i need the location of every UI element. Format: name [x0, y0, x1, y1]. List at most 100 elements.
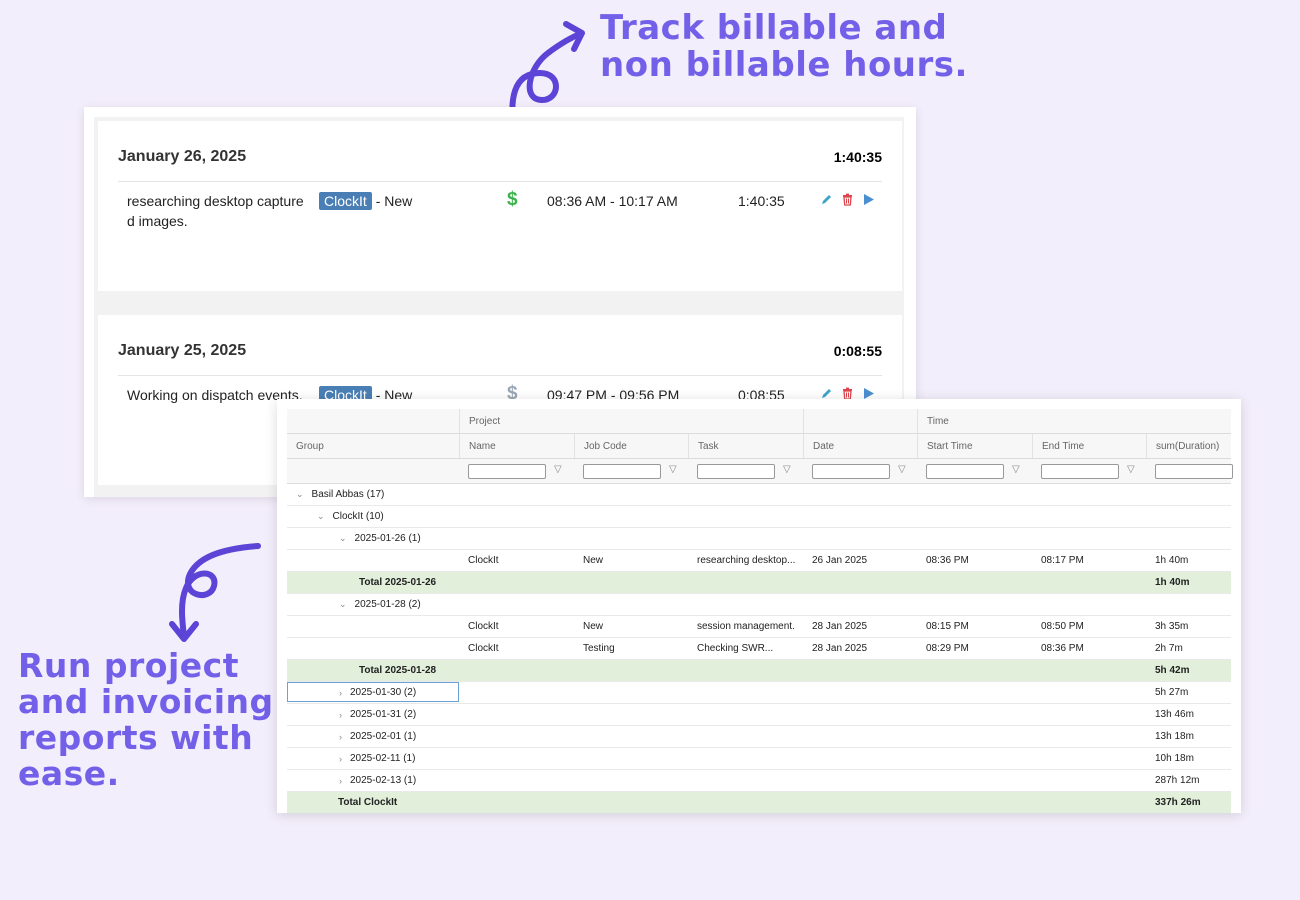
chevron-right-icon[interactable]: › — [339, 710, 342, 720]
chevron-right-icon[interactable]: › — [339, 754, 342, 764]
column-group-header: Project Time — [287, 409, 1231, 434]
filter-input[interactable] — [1041, 464, 1119, 479]
filter-icon[interactable]: ▽ — [783, 464, 791, 475]
chevron-down-icon[interactable]: ⌄ — [339, 599, 347, 610]
group-label: 2025-02-01 (1) — [350, 731, 417, 742]
filter-input[interactable] — [697, 464, 775, 479]
chevron-right-icon[interactable]: › — [339, 732, 342, 742]
filter-icon[interactable]: ▽ — [669, 464, 677, 475]
group-cell[interactable]: › 2025-02-11 (1) — [287, 748, 415, 769]
total-row: Total ClockIt 337h 26m — [287, 792, 1231, 813]
group-row[interactable]: ⌄ Basil Abbas (17) — [287, 484, 1231, 506]
group-label: 2025-01-28 (2) — [354, 599, 421, 610]
group-label: ClockIt (10) — [332, 511, 384, 522]
report-grid-card: Project Time Group Name Job Code Task Date St… — [277, 399, 1241, 813]
grid-body: ⌄ Basil Abbas (17) ⌄ ClockIt (10) ⌄ 2025-01-2… — [287, 484, 1231, 813]
total-row: Total 2025-01-28 5h 42m — [287, 660, 1231, 682]
time-entry: researching desktop captured images. Cloc… — [98, 189, 902, 251]
pencil-icon[interactable] — [820, 193, 833, 206]
trash-icon[interactable] — [841, 193, 854, 206]
chevron-down-icon[interactable]: ⌄ — [339, 533, 347, 544]
filter-icon[interactable]: ▽ — [554, 464, 562, 475]
duration-cell: 287h 12m — [1155, 775, 1200, 786]
column-header-row: Group Name Job Code Task Date Start Time End T… — [287, 434, 1231, 459]
column-header-sum-duration[interactable]: sum(Duration) — [1146, 434, 1231, 458]
date-cell: 26 Jan 2025 — [812, 555, 868, 566]
day-group: January 26, 2025 1:40:35 researching deskt… — [98, 121, 902, 291]
duration-cell: 2h 7m — [1155, 643, 1183, 654]
day-total: 1:40:35 — [833, 149, 882, 165]
group-label: 2025-01-31 (2) — [350, 709, 417, 720]
divider — [118, 181, 882, 182]
group-cell[interactable]: ⌄ ClockIt (10) — [287, 506, 384, 527]
group-cell[interactable]: › 2025-02-01 (1) — [287, 726, 416, 747]
job-code-cell: Testing — [583, 643, 615, 654]
group-row[interactable]: ⌄ 2025-01-26 (1) — [287, 528, 1231, 550]
total-label: Total 2025-01-26 — [359, 577, 437, 588]
play-icon[interactable] — [862, 193, 875, 206]
group-row[interactable]: › 2025-01-30 (2) 5h 27m — [287, 682, 1231, 704]
column-header-start-time[interactable]: Start Time — [917, 434, 1032, 458]
filter-input[interactable] — [926, 464, 1004, 479]
duration-cell: 5h 42m — [1155, 665, 1190, 676]
entry-project[interactable]: ClockIt - New — [319, 191, 412, 211]
column-header-group[interactable]: Group — [287, 434, 459, 458]
entry-time-range[interactable]: 08:36 AM - 10:17 AM — [547, 191, 678, 211]
date-cell: 28 Jan 2025 — [812, 621, 868, 632]
group-row[interactable]: › 2025-02-13 (1) 287h 12m — [287, 770, 1231, 792]
column-header-end-time[interactable]: End Time — [1032, 434, 1146, 458]
chevron-down-icon[interactable]: ⌄ — [296, 489, 304, 500]
group-row[interactable]: › 2025-02-11 (1) 10h 18m — [287, 748, 1231, 770]
group-label: 2025-01-26 (1) — [354, 533, 421, 544]
group-cell[interactable]: › 2025-01-31 (2) — [287, 704, 416, 725]
group-label: 2025-02-13 (1) — [350, 775, 417, 786]
filter-icon[interactable]: ▽ — [1127, 464, 1135, 475]
header-group-project: Project — [459, 409, 803, 433]
day-date: January 25, 2025 — [118, 342, 247, 359]
group-cell[interactable]: › 2025-02-13 (1) — [287, 770, 416, 791]
group-row[interactable]: ⌄ 2025-01-28 (2) — [287, 594, 1231, 616]
column-header-task[interactable]: Task — [688, 434, 803, 458]
start-cell: 08:29 PM — [926, 643, 969, 654]
report-grid: Project Time Group Name Job Code Task Date St… — [287, 409, 1233, 813]
filter-input[interactable] — [1155, 464, 1233, 479]
total-label: Total 2025-01-28 — [359, 665, 437, 676]
chevron-down-icon[interactable]: ⌄ — [317, 511, 325, 522]
group-cell[interactable]: ⌄ 2025-01-26 (1) — [287, 528, 421, 549]
column-header-date[interactable]: Date — [803, 434, 917, 458]
group-row[interactable]: ⌄ ClockIt (10) — [287, 506, 1231, 528]
entry-actions — [820, 193, 875, 206]
group-row[interactable]: › 2025-01-31 (2) 13h 46m — [287, 704, 1231, 726]
day-total: 0:08:55 — [833, 343, 882, 359]
filter-input[interactable] — [812, 464, 890, 479]
filter-input[interactable] — [468, 464, 546, 479]
duration-cell: 337h 26m — [1155, 797, 1201, 808]
group-label: Basil Abbas (17) — [311, 489, 385, 500]
callout-reports: Run project and invoicing reports with ease… — [18, 648, 288, 792]
group-cell[interactable]: ⌄ 2025-01-28 (2) — [287, 594, 421, 615]
task-cell: session management. — [697, 621, 795, 632]
start-cell: 08:36 PM — [926, 555, 969, 566]
duration-cell: 10h 18m — [1155, 753, 1194, 764]
entry-description[interactable]: researching desktop captured images. — [127, 191, 307, 231]
duration-cell: 1h 40m — [1155, 577, 1190, 588]
callout-billable-hours: Track billable and non billable hours. — [600, 10, 968, 84]
filter-icon[interactable]: ▽ — [1012, 464, 1020, 475]
task-cell: researching desktop... — [697, 555, 796, 566]
arrow-left-icon — [169, 543, 261, 642]
chevron-right-icon[interactable]: › — [339, 776, 342, 786]
job-code-cell: New — [583, 555, 604, 566]
duration-cell: 13h 18m — [1155, 731, 1194, 742]
project-tag: ClockIt — [319, 192, 372, 210]
date-cell: 28 Jan 2025 — [812, 643, 868, 654]
filter-icon[interactable]: ▽ — [898, 464, 906, 475]
column-header-job-code[interactable]: Job Code — [574, 434, 688, 458]
group-cell[interactable]: ⌄ Basil Abbas (17) — [287, 484, 384, 505]
billable-icon[interactable]: $ — [507, 189, 518, 211]
selected-cell-outline — [287, 682, 459, 702]
callout-line: and invoicing — [18, 682, 274, 721]
filter-input[interactable] — [583, 464, 661, 479]
column-header-name[interactable]: Name — [459, 434, 574, 458]
table-row: ClockIt Testing Checking SWR... 28 Jan 2025… — [287, 638, 1231, 660]
group-row[interactable]: › 2025-02-01 (1) 13h 18m — [287, 726, 1231, 748]
